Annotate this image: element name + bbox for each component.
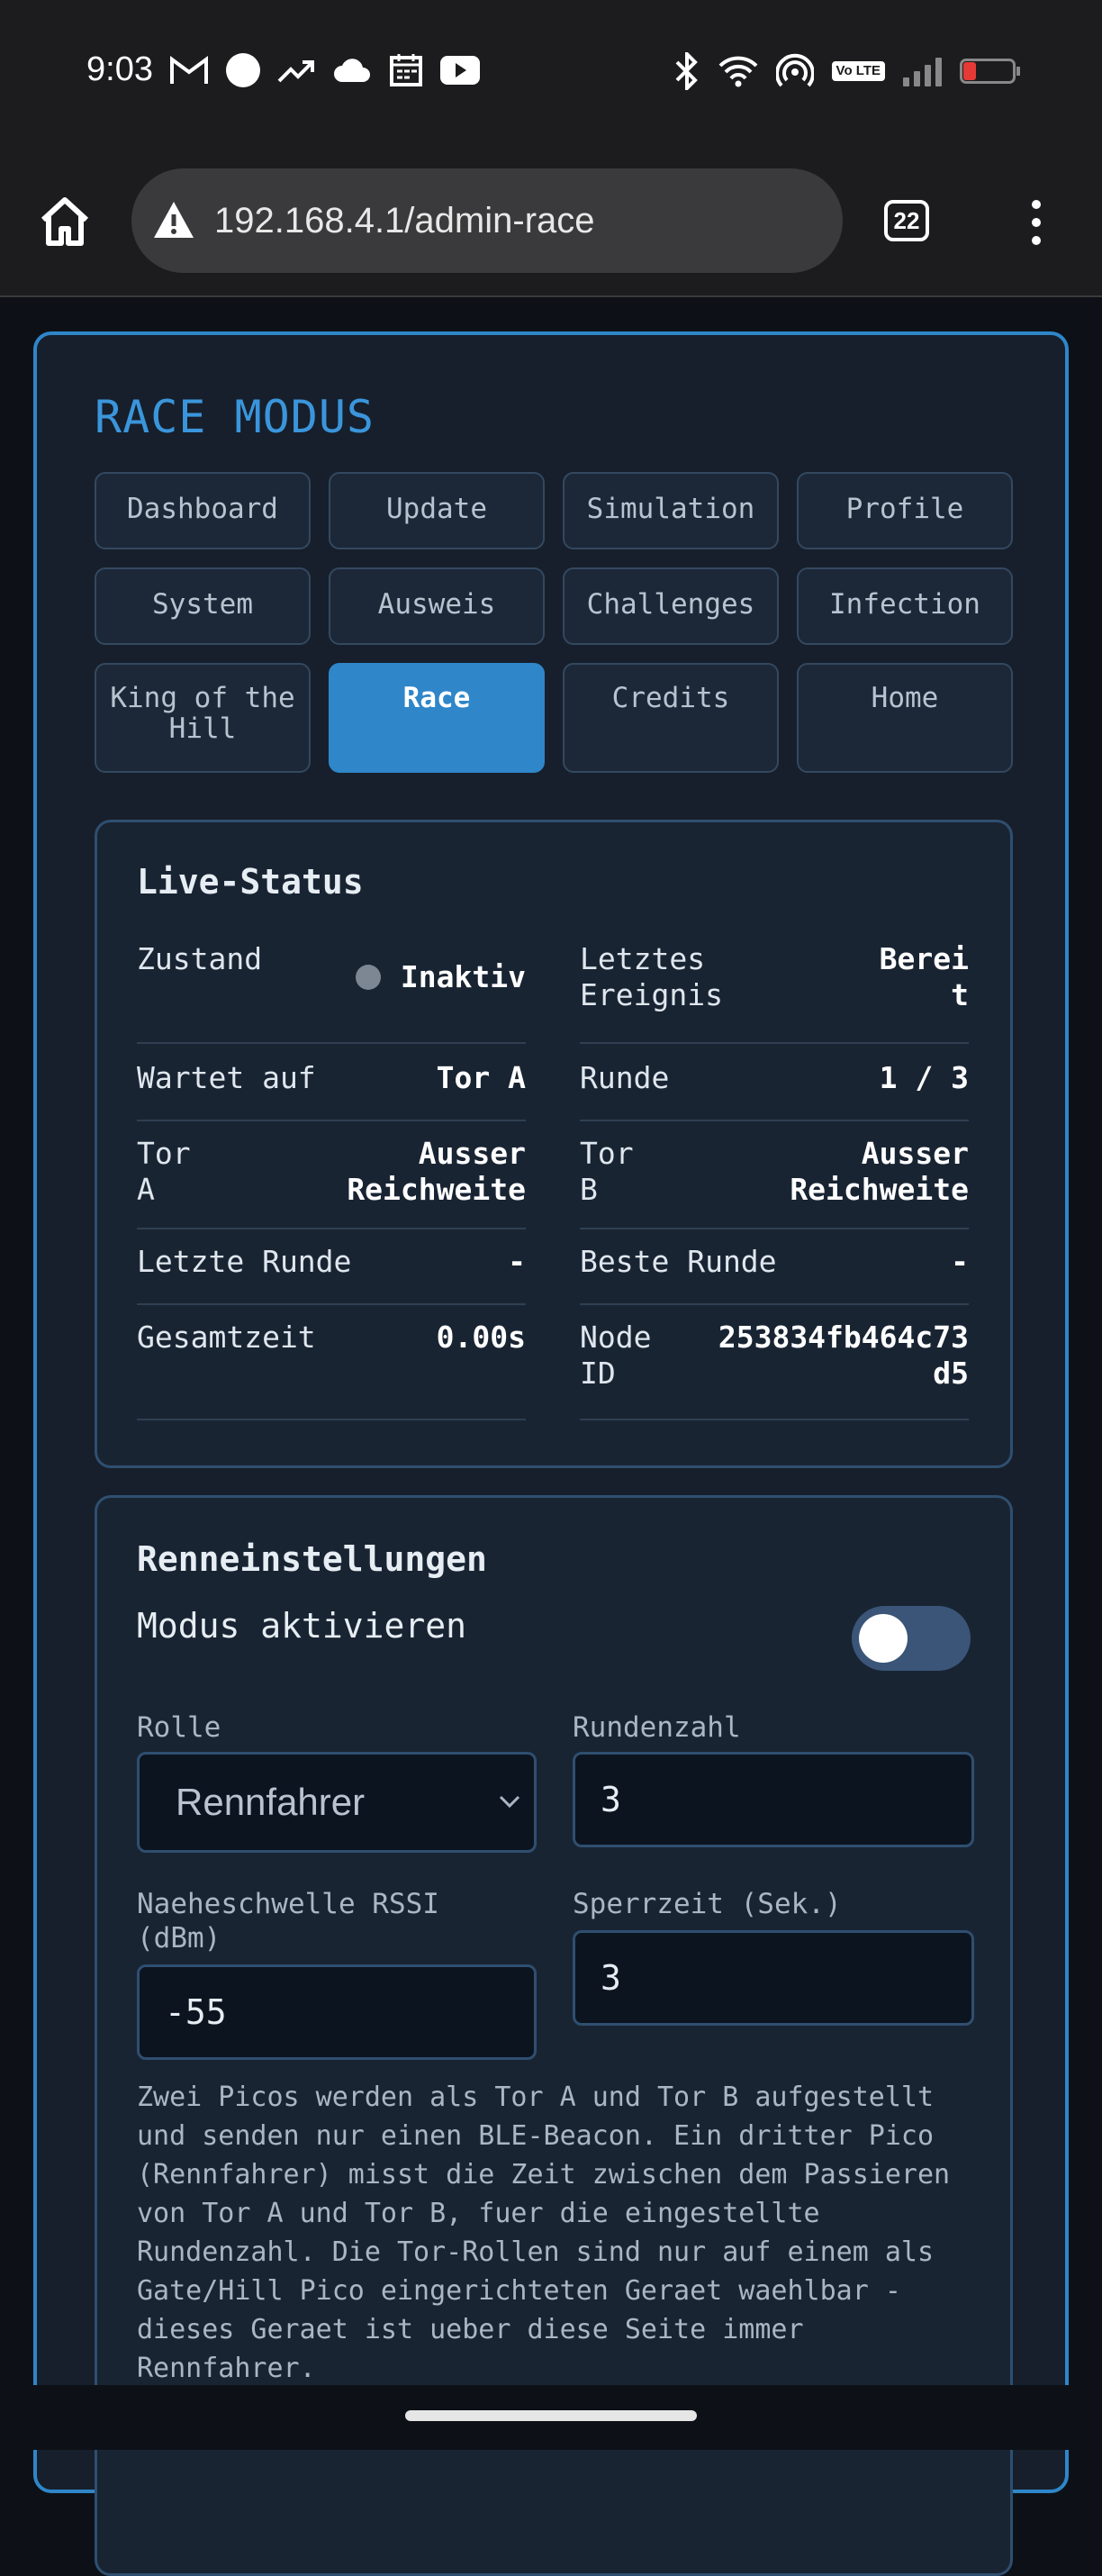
- browser-toolbar: 192.168.4.1/admin-race 22: [0, 144, 1102, 297]
- nav-king-of-the-hill-button[interactable]: King of the Hill: [95, 663, 311, 773]
- status-row-gesamtzeit: Gesamtzeit 0.00s: [137, 1320, 526, 1420]
- status-label: Runde: [580, 1060, 670, 1095]
- role-select-value: Rennfahrer: [176, 1781, 366, 1823]
- admin-nav: Dashboard Update Simulation Profile Syst…: [95, 472, 1013, 773]
- status-row-tor-a: Tor A Ausser Reichweite: [137, 1136, 526, 1229]
- role-select[interactable]: Rennfahrer: [137, 1752, 537, 1853]
- node-id-value: 253834fb464c73d5: [718, 1320, 969, 1391]
- nav-challenges-button[interactable]: Challenges: [563, 567, 779, 645]
- mode-toggle[interactable]: [852, 1606, 971, 1671]
- race-panel: RACE MODUS Dashboard Update Simulation P…: [33, 331, 1069, 2576]
- calendar-icon: [390, 54, 422, 86]
- nav-system-button[interactable]: System: [95, 567, 311, 645]
- status-label: Tor A: [137, 1136, 191, 1207]
- bluetooth-icon: [675, 52, 698, 90]
- status-value: Tor A: [436, 1060, 526, 1095]
- mode-toggle-label: Modus aktivieren: [137, 1606, 467, 1646]
- status-row-beste-runde: Beste Runde -: [580, 1244, 969, 1305]
- lock-time-input-value: 3: [601, 1958, 621, 1998]
- status-row-wartet-auf: Wartet auf Tor A: [137, 1060, 526, 1121]
- settings-title: Renneinstellungen: [137, 1539, 487, 1579]
- role-label: Rolle: [137, 1711, 221, 1744]
- gesture-handle[interactable]: [405, 2410, 697, 2421]
- rounds-input[interactable]: 3: [573, 1752, 974, 1847]
- status-row-letztes-ereignis: Letztes Ereignis Bereit: [580, 941, 969, 1044]
- nav-credits-button[interactable]: Credits: [563, 663, 779, 773]
- live-status-title: Live-Status: [137, 862, 364, 902]
- cloud-icon: [334, 59, 370, 82]
- gmail-icon: [170, 56, 208, 84]
- status-value: 0.00s: [436, 1320, 526, 1355]
- battery-icon: [960, 59, 1020, 84]
- status-label: Zustand: [137, 941, 263, 976]
- status-row-letzte-runde: Letzte Runde -: [137, 1244, 526, 1305]
- status-label: Beste Runde: [580, 1244, 777, 1279]
- status-value: -: [951, 1244, 969, 1279]
- nav-simulation-button[interactable]: Simulation: [563, 472, 779, 549]
- status-row-runde: Runde 1 / 3: [580, 1060, 969, 1121]
- chevron-down-icon: [499, 1795, 520, 1809]
- toggle-knob: [859, 1614, 908, 1663]
- volte-icon: Vo LTE: [831, 61, 885, 81]
- page-title: RACE MODUS: [95, 391, 375, 443]
- status-label: Tor B: [580, 1136, 634, 1207]
- home-icon[interactable]: [36, 193, 94, 250]
- youtube-icon: [440, 56, 480, 85]
- status-row-zustand: Zustand Inaktiv: [137, 941, 526, 1044]
- rounds-label: Rundenzahl: [573, 1711, 741, 1744]
- help-text: Zwei Picos werden als Tor A und Tor B au…: [137, 2082, 951, 2384]
- status-label: Letzte Runde: [137, 1244, 352, 1279]
- status-value: Ausser Reichweite: [347, 1136, 526, 1207]
- lock-time-label: Sperrzeit (Sek.): [573, 1888, 842, 1920]
- status-value: 1 / 3: [879, 1060, 969, 1095]
- nav-ausweis-button[interactable]: Ausweis: [329, 567, 545, 645]
- status-label: Letztes Ereignis: [580, 941, 723, 1012]
- clock: 9:03: [86, 50, 153, 88]
- status-value: Bereit: [879, 941, 969, 1012]
- nav-home-button[interactable]: Home: [797, 663, 1013, 773]
- signal-icon: [903, 56, 942, 86]
- warning-icon: [154, 202, 194, 238]
- gesture-navigation-bar: [0, 2385, 1102, 2450]
- status-value: Ausser Reichweite: [790, 1136, 969, 1207]
- live-status-card: Live-Status Zustand Inaktiv Wartet auf T…: [95, 820, 1013, 1468]
- hotspot-icon: [775, 53, 814, 87]
- nav-dashboard-button[interactable]: Dashboard: [95, 472, 311, 549]
- more-menu-icon[interactable]: [1023, 196, 1050, 250]
- status-label: Gesamtzeit: [137, 1320, 316, 1355]
- status-bar: 9:03 Vo LTE: [0, 0, 1102, 144]
- status-value: -: [508, 1244, 526, 1279]
- address-bar[interactable]: 192.168.4.1/admin-race: [131, 168, 843, 273]
- trending-icon: [277, 60, 314, 83]
- status-row-tor-b: Tor B Ausser Reichweite: [580, 1136, 969, 1229]
- rssi-label: Naeheschwelle RSSI (dBm): [137, 1888, 439, 1955]
- nav-race-button[interactable]: Race: [329, 663, 545, 773]
- status-row-node-id: Node ID 253834fb464c73d5: [580, 1320, 969, 1420]
- nav-update-button[interactable]: Update: [329, 472, 545, 549]
- wifi-icon: [718, 56, 757, 87]
- notification-icons: [169, 52, 481, 88]
- status-dot: [355, 965, 381, 990]
- url-text[interactable]: 192.168.4.1/admin-race: [214, 201, 595, 241]
- status-label: Wartet auf: [137, 1060, 316, 1095]
- status-label: Node ID: [580, 1320, 652, 1391]
- status-value: Inaktiv: [355, 959, 526, 995]
- rssi-input[interactable]: -55: [137, 1964, 537, 2060]
- nav-profile-button[interactable]: Profile: [797, 472, 1013, 549]
- tab-switcher-button[interactable]: 22: [884, 200, 929, 241]
- nav-infection-button[interactable]: Infection: [797, 567, 1013, 645]
- system-icons: Vo LTE: [673, 52, 1020, 90]
- circle-icon: [226, 53, 260, 87]
- lock-time-input[interactable]: 3: [573, 1930, 974, 2026]
- rssi-input-value: -55: [165, 1992, 227, 2032]
- rounds-input-value: 3: [601, 1780, 621, 1819]
- status-value-text: Inaktiv: [400, 959, 526, 994]
